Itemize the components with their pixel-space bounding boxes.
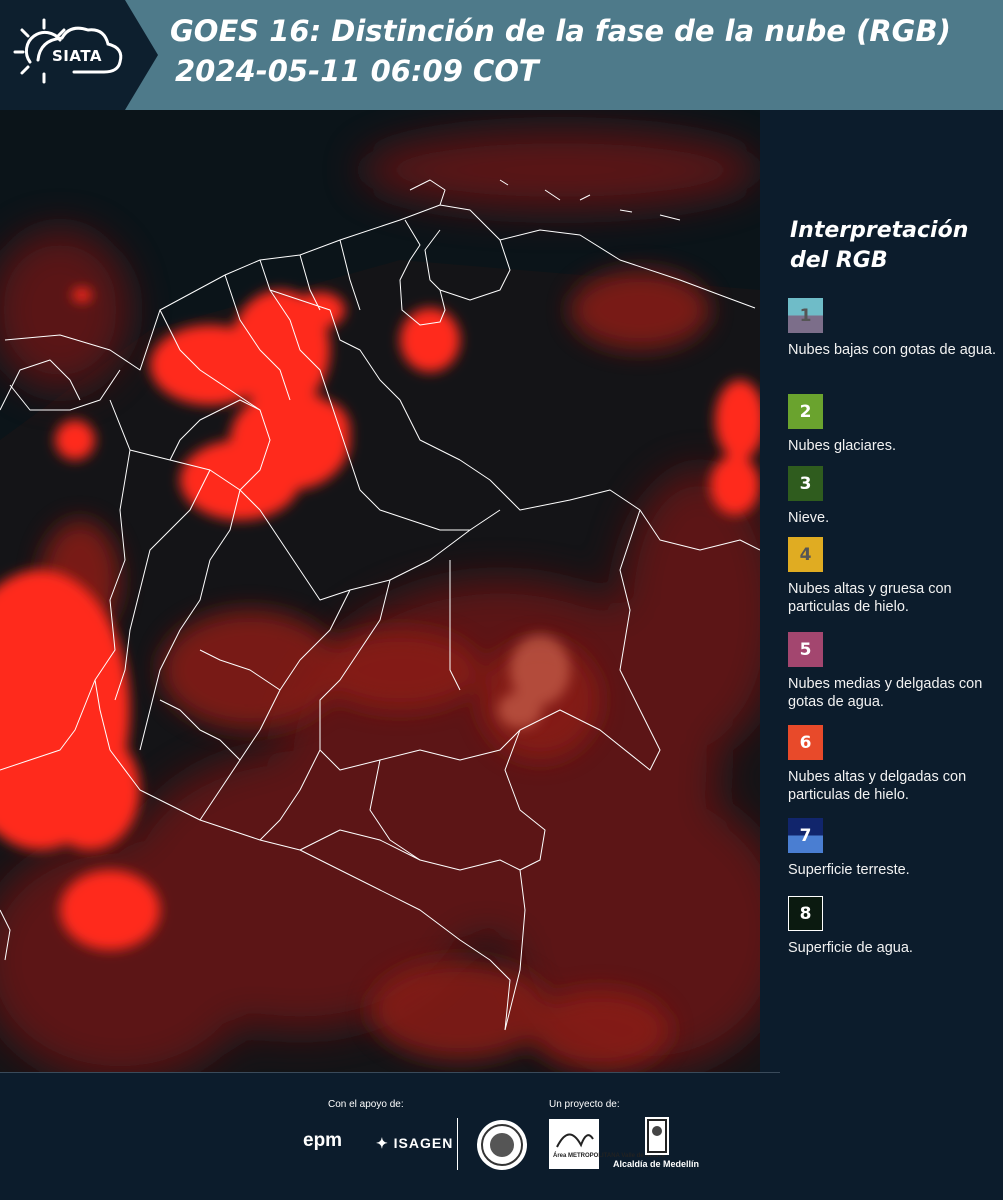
alcaldia-shield-icon[interactable]	[645, 1117, 669, 1155]
header: SIATA GOES 16: Distinción de la fase de …	[0, 0, 1003, 110]
legend-swatch-3: 3	[788, 466, 823, 501]
legend-item-6: 6 Nubes altas y delgadas con particulas …	[788, 725, 998, 804]
page-timestamp: 2024-05-11 06:09 COT	[175, 54, 539, 88]
area-metropolitana-logo[interactable]: Área METROPOLITANA Valle de Aburrá	[549, 1119, 665, 1169]
seal-graphic	[481, 1124, 523, 1166]
siata-logo[interactable]: SIATA	[0, 0, 158, 110]
legend-swatch-2: 2	[788, 394, 823, 429]
legend-label-6: Nubes altas y delgadas con particulas de…	[788, 769, 967, 803]
epm-logo[interactable]: epm	[303, 1130, 342, 1152]
legend-label-8: Superficie de agua.	[788, 940, 913, 956]
legend-label-4: Nubes altas y gruesa con particulas de h…	[788, 581, 952, 615]
legend-label-2: Nubes glaciares.	[788, 438, 896, 454]
legend-title: Interpretación del RGB	[790, 218, 969, 273]
project-label: Un proyecto de:	[549, 1099, 620, 1110]
logo-text: SIATA	[52, 47, 103, 65]
legend-item-4: 4 Nubes altas y gruesa con particulas de…	[788, 537, 998, 616]
footer: Con el apoyo de: epm ✦ ISAGEN Un proyect…	[0, 1072, 1003, 1200]
legend-swatch-6: 6	[788, 725, 823, 760]
legend-item-2: 2 Nubes glaciares.	[788, 394, 998, 455]
legend-swatch-4: 4	[788, 537, 823, 572]
footer-divider-line	[0, 1072, 780, 1073]
isagen-logo-text: ISAGEN	[393, 1135, 454, 1151]
legend-swatch-5: 5	[788, 632, 823, 667]
legend-item-7: 7 Superficie terreste.	[788, 818, 998, 879]
legend-label-5: Nubes medias y delgadas con gotas de agu…	[788, 676, 983, 710]
legend-item-8: 8 Superficie de agua.	[788, 896, 998, 957]
legend-label-1: Nubes bajas con gotas de agua.	[788, 342, 996, 358]
isagen-mark-icon: ✦	[376, 1135, 394, 1151]
footer-vertical-divider	[457, 1118, 458, 1170]
page-title: GOES 16: Distinción de la fase de la nub…	[170, 14, 951, 48]
medellin-seal-icon[interactable]	[477, 1120, 527, 1170]
support-label: Con el apoyo de:	[328, 1099, 404, 1110]
map-canvas	[0, 110, 760, 1072]
area-metropolitana-mark-icon	[556, 1133, 594, 1148]
legend-label-7: Superficie terreste.	[788, 862, 910, 878]
isagen-logo[interactable]: ✦ ISAGEN	[376, 1135, 453, 1152]
alcaldia-shield-graphic	[647, 1119, 667, 1153]
legend-label-3: Nieve.	[788, 510, 830, 526]
legend-swatch-7: 7	[788, 818, 823, 853]
alcaldia-text: Alcaldía de Medellín	[613, 1159, 700, 1169]
legend-item-3: 3 Nieve.	[788, 466, 998, 527]
legend-item-5: 5 Nubes medias y delgadas con gotas de a…	[788, 632, 998, 711]
legend-panel: Interpretación del RGB 1 Nubes bajas con…	[760, 110, 1003, 1072]
legend-item-1: 1 Nubes bajas con gotas de agua.	[788, 298, 998, 359]
legend-swatch-1: 1	[788, 298, 823, 333]
satellite-map[interactable]	[0, 110, 760, 1072]
legend-swatch-8: 8	[788, 896, 823, 931]
